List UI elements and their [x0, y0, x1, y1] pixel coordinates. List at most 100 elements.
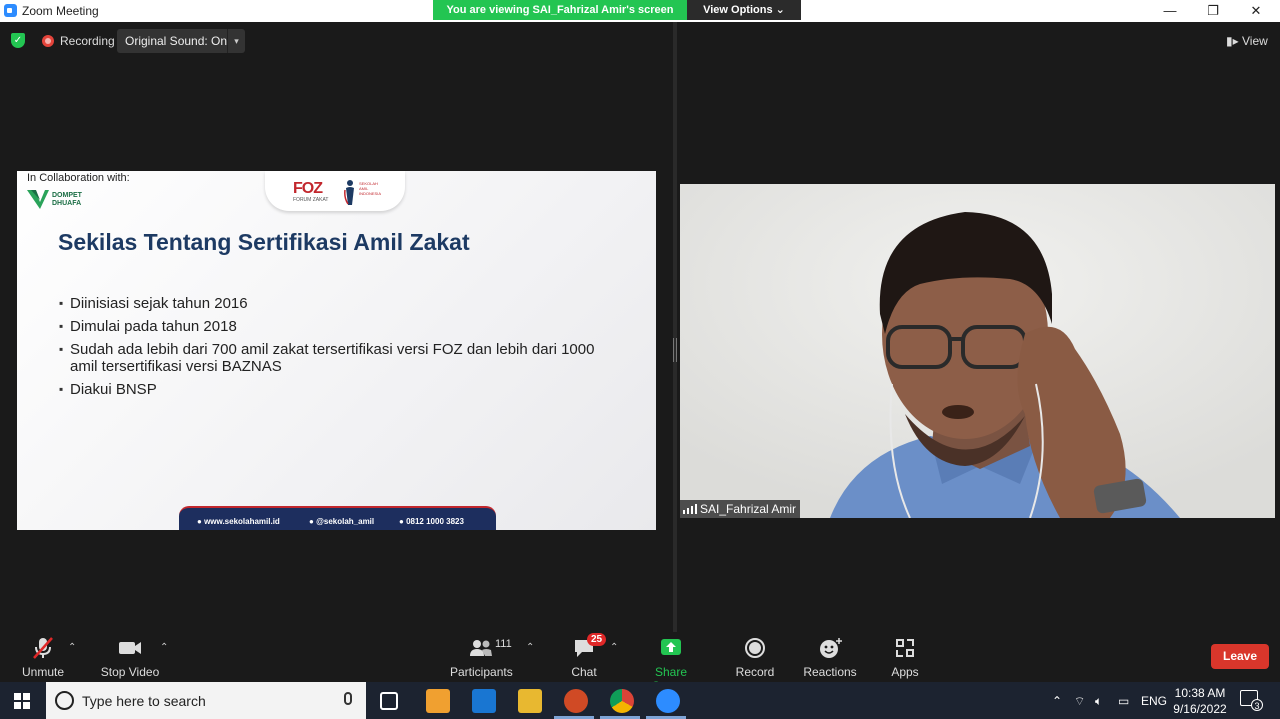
minimize-button[interactable]: — — [1155, 2, 1185, 20]
show-hidden-icons-chevron-icon[interactable]: ⌃ — [1052, 694, 1062, 708]
chevron-down-icon: ⌄ — [775, 4, 785, 16]
task-view-icon[interactable] — [380, 692, 398, 710]
language-indicator[interactable]: ENG — [1141, 694, 1167, 708]
participant-video[interactable] — [680, 184, 1275, 518]
slide-heading: Sekilas Tentang Sertifikasi Amil Zakat — [58, 229, 470, 255]
reactions-label: Reactions — [803, 665, 857, 679]
clock-date: 9/16/2022 — [1173, 702, 1227, 716]
windows-start-icon[interactable] — [14, 693, 30, 709]
participants-label: Participants — [450, 665, 513, 679]
dompet-dhuafa-mark-icon — [27, 190, 49, 209]
zoom-app-icon — [4, 4, 17, 17]
phone-icon: ● — [399, 517, 404, 526]
instagram-icon: ● — [309, 517, 314, 526]
participant-person-illustration — [680, 184, 1275, 518]
chat-unread-badge: 25 — [587, 633, 607, 646]
close-button[interactable]: ✕ — [1241, 2, 1271, 20]
footer-instagram: @sekolah_amil — [316, 517, 375, 526]
chat-bubble-icon: 25 — [566, 633, 607, 660]
video-options-chevron-icon[interactable]: ⌃ — [160, 642, 168, 653]
sekolah-amil-text: SEKOLAH AMIL INDONESIA — [359, 181, 382, 196]
view-button[interactable]: ▮▸ View — [1226, 34, 1268, 48]
unmute-button[interactable]: Unmute — [20, 636, 66, 679]
view-layout-icon: ▮▸ — [1226, 34, 1239, 48]
bullet-item: Diinisiasi sejak tahun 2016 — [59, 295, 619, 312]
participant-name-tag: SAI_Fahrizal Amir — [680, 500, 801, 518]
notifications-icon[interactable]: 3 — [1240, 690, 1263, 711]
dompet-dhuafa-logo: DOMPET DHUAFA — [27, 188, 97, 210]
meeting-toolbar: Unmute ⌃ Stop Video ⌃ 111 Participants ⌃… — [0, 632, 1280, 693]
chat-label: Chat — [571, 665, 597, 679]
windows-taskbar: Type here to search ⌃ ⌔ 🔈︎ ▭ ENG 10:38 A… — [0, 682, 1280, 719]
window-title: Zoom Meeting — [22, 4, 99, 18]
foz-subtitle: FORUM ZAKAT — [293, 197, 329, 203]
restore-button[interactable]: ❐ — [1198, 2, 1228, 20]
chat-button[interactable]: 25 Chat — [566, 633, 607, 679]
search-placeholder: Type here to search — [82, 693, 206, 709]
unmute-label: Unmute — [21, 665, 65, 679]
collaboration-label: In Collaboration with: — [27, 172, 130, 184]
share-screen-icon — [637, 636, 705, 660]
smiley-icon — [802, 636, 858, 660]
chat-options-chevron-icon[interactable]: ⌃ — [610, 642, 618, 653]
sekolah-amil-logo-icon — [344, 180, 354, 205]
globe-icon: ● — [197, 517, 202, 526]
file-explorer-icon[interactable] — [518, 689, 542, 713]
stop-video-label: Stop Video — [100, 665, 160, 679]
foz-logo: FOZ — [293, 180, 323, 197]
clock-time: 10:38 AM — [1174, 686, 1226, 700]
record-label: Record — [735, 665, 775, 679]
bullet-item: Diakui BNSP — [59, 381, 619, 398]
original-sound-toggle[interactable]: Original Sound: On ▾ — [117, 29, 245, 53]
recording-icon — [42, 35, 54, 47]
battery-icon[interactable]: ▭ — [1118, 694, 1129, 708]
participants-count: 111 — [495, 638, 512, 650]
record-button[interactable]: Record — [733, 636, 777, 679]
bullet-item: Dimulai pada tahun 2018 — [59, 318, 619, 335]
title-bar: Zoom Meeting You are viewing SAI_Fahriza… — [0, 0, 1280, 22]
microphone-muted-icon — [20, 636, 66, 660]
microphone-icon[interactable] — [344, 692, 352, 705]
audio-options-chevron-icon[interactable]: ⌃ — [68, 642, 76, 653]
footer-phone: 0812 1000 3823 — [406, 517, 464, 526]
participant-name: SAI_Fahrizal Amir — [700, 502, 797, 516]
bullet-item: Sudah ada lebih dari 700 amil zakat ters… — [59, 341, 619, 375]
search-icon — [55, 691, 74, 710]
slide-footer: ● www.sekolahamil.id ● @sekolah_amil ● 0… — [179, 506, 496, 530]
powerpoint-icon[interactable] — [564, 689, 588, 713]
apps-icon — [886, 636, 924, 660]
apps-label: Apps — [891, 665, 919, 679]
splitter-grip-icon[interactable] — [673, 338, 677, 362]
system-clock[interactable]: 10:38 AM 9/16/2022 — [1170, 685, 1230, 717]
chrome-icon[interactable] — [610, 689, 634, 713]
recording-label: Recording — [60, 34, 115, 48]
taskbar-search-box[interactable]: Type here to search — [46, 682, 366, 719]
footer-website: www.sekolahamil.id — [204, 517, 280, 526]
participants-button[interactable]: 111 Participants — [450, 636, 513, 679]
network-icon[interactable]: ⌔ — [1074, 694, 1085, 709]
chevron-down-icon[interactable]: ▾ — [227, 29, 245, 53]
stop-video-button[interactable]: Stop Video — [100, 636, 160, 679]
zoom-taskbar-icon[interactable] — [656, 689, 680, 713]
volume-icon[interactable]: 🔈︎ — [1095, 694, 1102, 709]
microsoft-store-icon[interactable] — [426, 689, 450, 713]
view-label: View — [1241, 34, 1268, 48]
zoom-meeting-window: Zoom Meeting You are viewing SAI_Fahriza… — [0, 0, 1280, 719]
shared-screen: In Collaboration with: DOMPET DHUAFA FOZ … — [17, 171, 656, 530]
participants-icon: 111 — [450, 636, 512, 660]
security-shield-icon[interactable]: ✓ — [11, 33, 25, 48]
signal-strength-icon — [683, 504, 697, 514]
leave-button[interactable]: Leave — [1211, 644, 1269, 669]
slide-bullet-list: Diinisiasi sejak tahun 2016 Dimulai pada… — [59, 295, 619, 404]
view-options-button[interactable]: View Options ⌄ — [687, 0, 801, 20]
record-icon — [733, 636, 777, 660]
original-sound-label: Original Sound: On — [125, 34, 228, 48]
panel-splitter[interactable] — [673, 22, 677, 632]
mail-icon[interactable] — [472, 689, 496, 713]
video-camera-icon — [100, 636, 160, 660]
apps-button[interactable]: Apps — [886, 636, 924, 679]
notification-count-badge: 3 — [1251, 699, 1263, 711]
viewing-screen-banner: You are viewing SAI_Fahrizal Amir's scre… — [433, 0, 687, 20]
reactions-button[interactable]: Reactions — [802, 636, 858, 679]
participants-options-chevron-icon[interactable]: ⌃ — [526, 642, 534, 653]
